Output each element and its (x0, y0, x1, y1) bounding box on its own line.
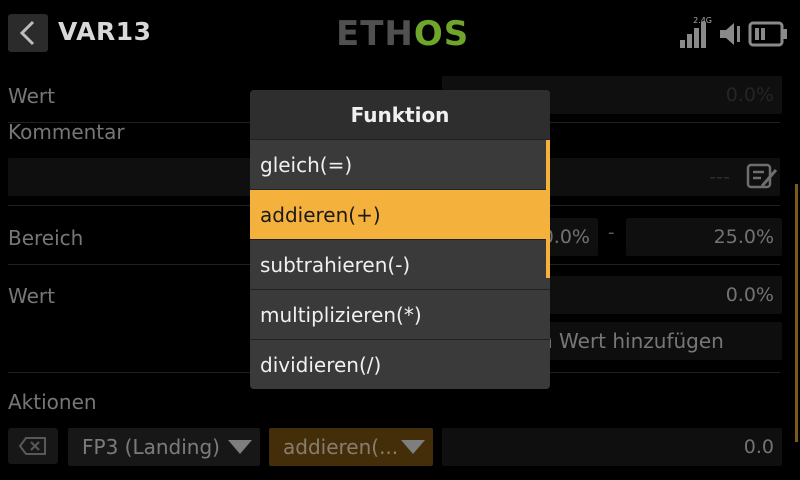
header-bar: VAR13 ETHOS 2.4G (0, 0, 800, 64)
back-button[interactable] (8, 14, 48, 52)
signal-strength-icon: 2.4G (680, 16, 712, 48)
ethos-logo: ETHOS (336, 14, 469, 54)
page-title: VAR13 (58, 17, 152, 46)
option-item[interactable]: subtrahieren(-) (250, 239, 550, 289)
option-item-selected[interactable]: addieren(+) (250, 189, 550, 239)
option-item[interactable]: gleich(=) (250, 139, 550, 189)
option-list: gleich(=) addieren(+) subtrahieren(-) mu… (250, 139, 550, 389)
dialog-scrollbar[interactable] (546, 140, 550, 278)
battery-icon (748, 21, 787, 47)
logo-eth-text: ETH (336, 14, 414, 54)
status-area: 2.4G (680, 16, 788, 48)
chevron-left-icon (19, 20, 35, 46)
dialog-title: Funktion (250, 90, 550, 139)
speaker-icon (720, 23, 740, 45)
option-item[interactable]: multiplizieren(*) (250, 289, 550, 339)
logo-os-text: OS (413, 14, 470, 54)
function-picker-dialog: Funktion gleich(=) addieren(+) subtrahie… (250, 90, 550, 389)
option-item[interactable]: dividieren(/) (250, 339, 550, 389)
